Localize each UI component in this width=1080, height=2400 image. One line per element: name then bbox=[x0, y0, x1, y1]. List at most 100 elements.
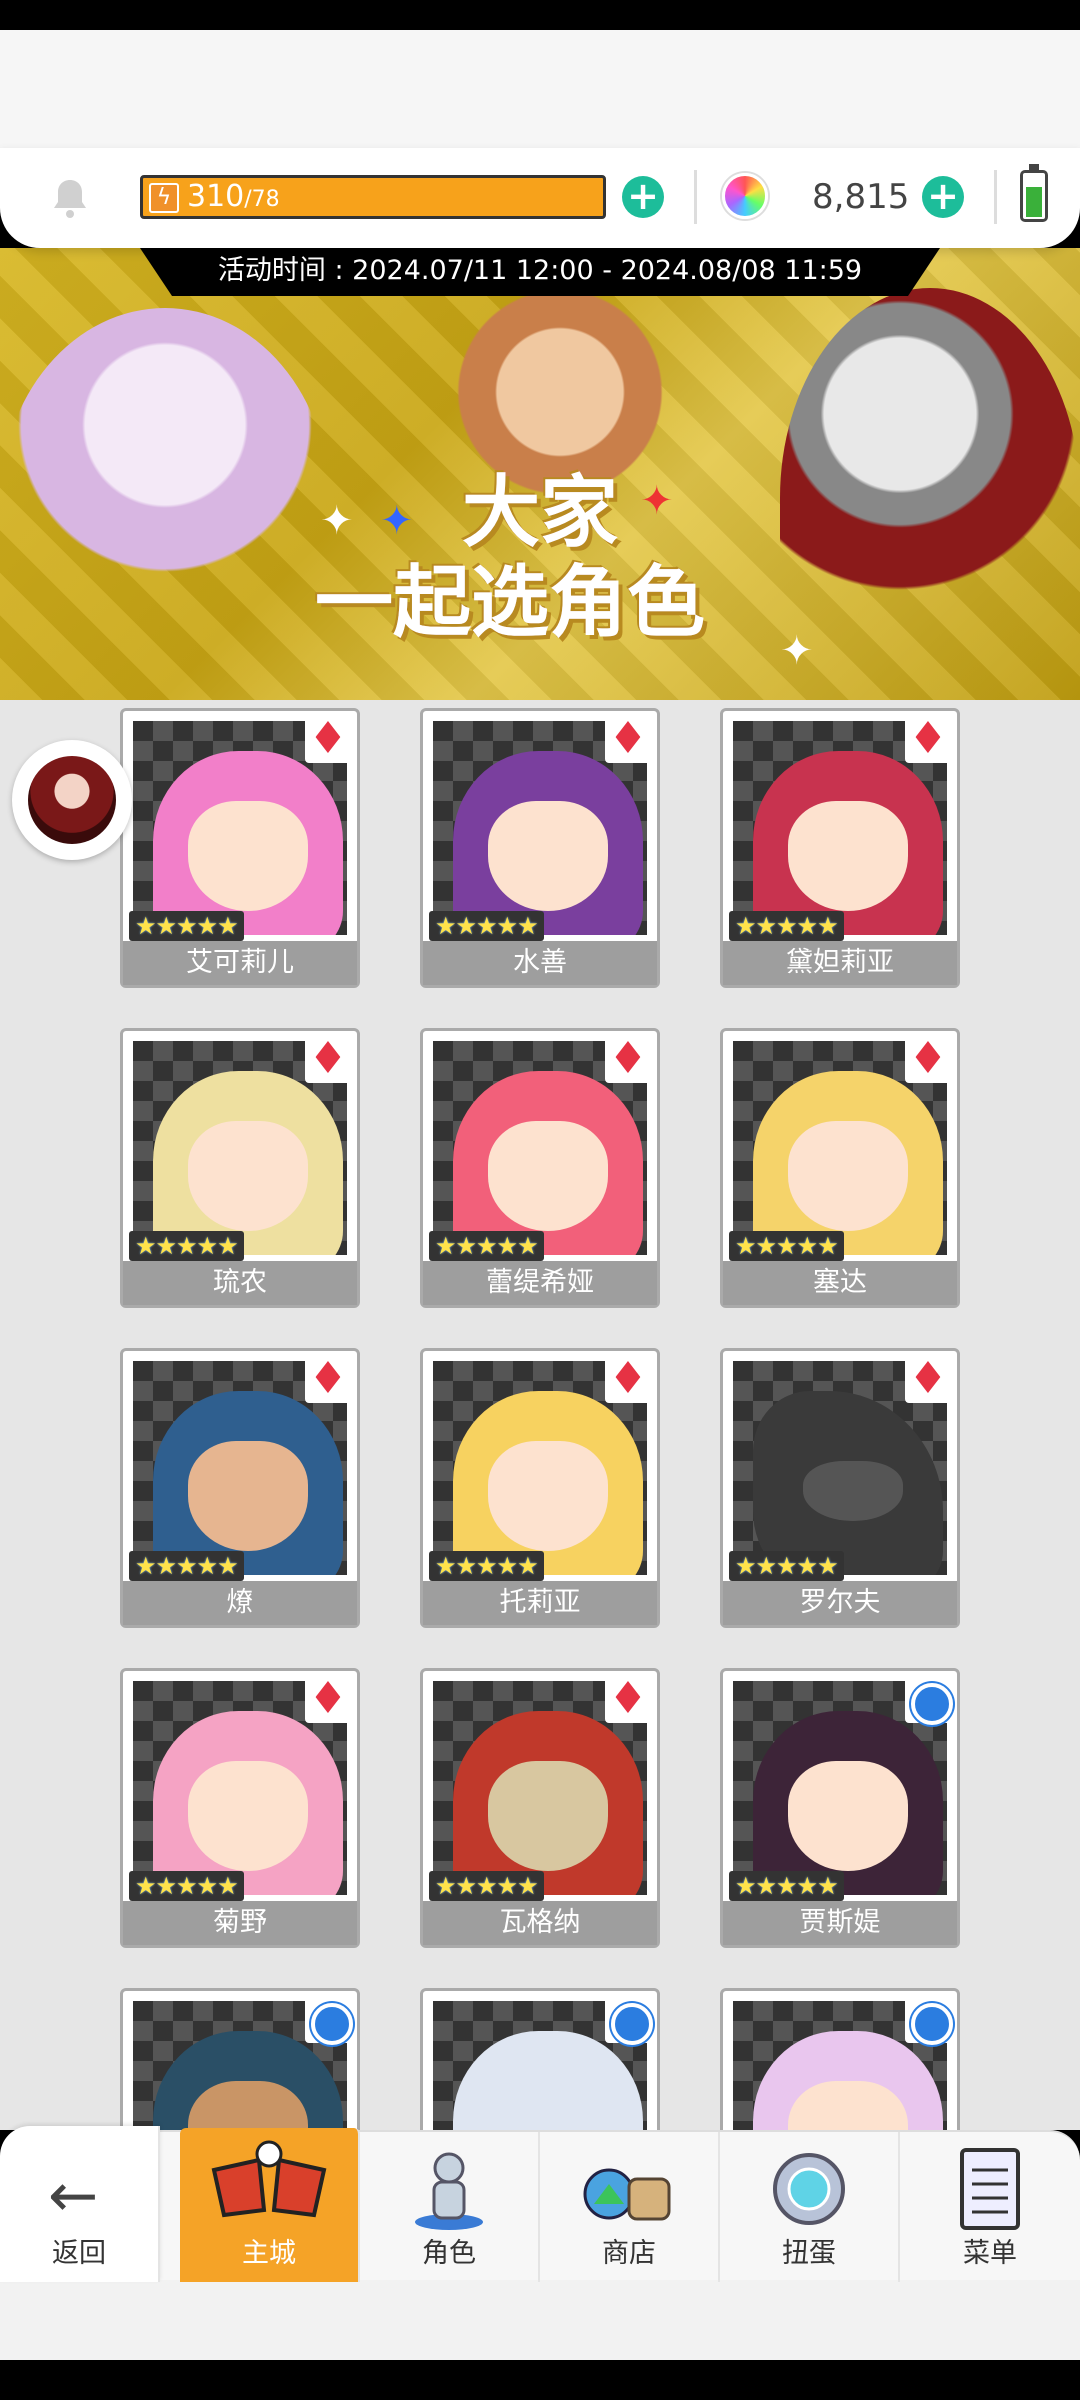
star-rating: ★★★★★ bbox=[729, 1551, 844, 1581]
fire-element-icon bbox=[305, 1033, 351, 1085]
banner-title: 大家 一起选角色 bbox=[300, 468, 780, 648]
fire-element-icon bbox=[305, 1353, 351, 1405]
character-card[interactable]: ★★★★★ 艾可莉儿 bbox=[120, 708, 360, 988]
system-navigation-bar bbox=[0, 2360, 1080, 2400]
banner-title-line1: 大家 bbox=[461, 468, 618, 558]
star-rating: ★★★★★ bbox=[429, 911, 544, 941]
character-name: 琉农 bbox=[123, 1261, 357, 1305]
character-card[interactable] bbox=[120, 1988, 360, 2130]
sparkle-icon: ✦ bbox=[380, 498, 414, 544]
character-name: 菊野 bbox=[123, 1901, 357, 1945]
character-card[interactable]: ★★★★★ 罗尔夫 bbox=[720, 1348, 960, 1628]
character-name: 罗尔夫 bbox=[723, 1581, 957, 1625]
back-button[interactable]: ← 返回 bbox=[0, 2126, 160, 2282]
character-card[interactable]: ★★★★★ 菊野 bbox=[120, 1668, 360, 1948]
banner-character-right bbox=[780, 288, 1080, 700]
player-avatar-button[interactable] bbox=[12, 740, 132, 860]
character-card[interactable]: ★★★★★ 琉农 bbox=[120, 1028, 360, 1308]
gem-count: 8,815 bbox=[812, 177, 910, 217]
menu-icon bbox=[960, 2148, 1020, 2230]
star-rating: ★★★★★ bbox=[129, 1231, 244, 1261]
character-card[interactable]: ★★★★★ 瓦格纳 bbox=[420, 1668, 660, 1948]
fire-element-icon bbox=[305, 1673, 351, 1725]
water-element-icon bbox=[605, 1997, 653, 2045]
star-rating: ★★★★★ bbox=[429, 1871, 544, 1901]
character-card[interactable] bbox=[720, 1988, 960, 2130]
character-name: 贾斯媞 bbox=[723, 1901, 957, 1945]
water-element-icon bbox=[905, 1677, 953, 1725]
nav-gacha[interactable]: 扭蛋 bbox=[720, 2132, 900, 2282]
fire-element-icon bbox=[905, 1033, 951, 1085]
gem-icon bbox=[722, 173, 768, 219]
character-name: 燎 bbox=[123, 1581, 357, 1625]
character-card[interactable]: ★★★★★ 水善 bbox=[420, 708, 660, 988]
star-rating: ★★★★★ bbox=[729, 911, 844, 941]
character-card[interactable]: ★★★★★ 贾斯媞 bbox=[720, 1668, 960, 1948]
add-gems-button[interactable]: + bbox=[922, 176, 964, 218]
nav-gacha-label: 扭蛋 bbox=[782, 2238, 836, 2269]
star-rating: ★★★★★ bbox=[729, 1231, 844, 1261]
stamina-value: 310/78 bbox=[187, 179, 280, 214]
resource-bar: ϟ 310/78 + 8,815 + bbox=[0, 148, 1080, 248]
event-time: 活动时间 : 2024.07/11 12:00 - 2024.08/08 11:… bbox=[140, 248, 940, 296]
bottom-navigation: ← 返回 主城 角色 商店 扭蛋 菜单 bbox=[0, 2126, 1080, 2282]
shop-icon bbox=[583, 2168, 671, 2221]
notification-bell-icon[interactable] bbox=[48, 176, 92, 220]
sparkle-icon: ✦ bbox=[640, 478, 674, 524]
character-name: 黛妲莉亚 bbox=[723, 941, 957, 985]
divider bbox=[994, 170, 997, 224]
fire-element-icon bbox=[605, 1673, 651, 1725]
divider bbox=[694, 170, 697, 224]
gacha-icon bbox=[773, 2153, 845, 2225]
nav-menu[interactable]: 菜单 bbox=[900, 2132, 1080, 2282]
avatar bbox=[28, 756, 116, 844]
nav-shop-label: 商店 bbox=[602, 2238, 656, 2269]
castle-icon bbox=[211, 2140, 327, 2218]
character-card[interactable]: ★★★★★ 托莉亚 bbox=[420, 1348, 660, 1628]
water-element-icon bbox=[905, 1997, 953, 2045]
footer-area bbox=[0, 2280, 1080, 2360]
character-card[interactable]: ★★★★★ 黛妲莉亚 bbox=[720, 708, 960, 988]
fire-element-icon bbox=[905, 713, 951, 765]
add-stamina-button[interactable]: + bbox=[622, 176, 664, 218]
character-icon bbox=[415, 2152, 483, 2230]
character-name: 水善 bbox=[423, 941, 657, 985]
app-root: ϟ 310/78 + 8,815 + 活动时间 : 2024.07/11 12:… bbox=[0, 0, 1080, 2400]
nav-character[interactable]: 角色 bbox=[360, 2132, 540, 2282]
back-label: 返回 bbox=[52, 2238, 106, 2269]
character-name: 瓦格纳 bbox=[423, 1901, 657, 1945]
banner-title-line2: 一起选角色 bbox=[314, 558, 705, 648]
character-name: 艾可莉儿 bbox=[123, 941, 357, 985]
nav-character-label: 角色 bbox=[422, 2238, 476, 2269]
star-rating: ★★★★★ bbox=[729, 1871, 844, 1901]
character-name: 塞达 bbox=[723, 1261, 957, 1305]
nav-shop[interactable]: 商店 bbox=[540, 2132, 720, 2282]
character-card[interactable]: ★★★★★ 蕾缇希娅 bbox=[420, 1028, 660, 1308]
character-card[interactable]: ★★★★★ 燎 bbox=[120, 1348, 360, 1628]
back-arrow-icon: ← bbox=[48, 2161, 99, 2231]
star-rating: ★★★★★ bbox=[129, 911, 244, 941]
event-banner[interactable]: 活动时间 : 2024.07/11 12:00 - 2024.08/08 11:… bbox=[0, 248, 1080, 700]
battery-icon bbox=[1020, 164, 1048, 222]
fire-element-icon bbox=[305, 713, 351, 765]
fire-element-icon bbox=[605, 1353, 651, 1405]
character-name: 蕾缇希娅 bbox=[423, 1261, 657, 1305]
star-rating: ★★★★★ bbox=[129, 1551, 244, 1581]
status-bar bbox=[0, 0, 1080, 30]
nav-menu-label: 菜单 bbox=[963, 2238, 1017, 2269]
lightning-icon: ϟ bbox=[149, 183, 179, 213]
nav-castle-label: 主城 bbox=[242, 2238, 296, 2269]
star-rating: ★★★★★ bbox=[429, 1231, 544, 1261]
water-element-icon bbox=[305, 1997, 353, 2045]
character-card[interactable] bbox=[420, 1988, 660, 2130]
stamina-bar: ϟ 310/78 bbox=[140, 175, 606, 219]
sparkle-icon: ✦ bbox=[780, 628, 814, 674]
fire-element-icon bbox=[605, 713, 651, 765]
nav-castle[interactable]: 主城 bbox=[180, 2128, 360, 2282]
fire-element-icon bbox=[905, 1353, 951, 1405]
character-name: 托莉亚 bbox=[423, 1581, 657, 1625]
character-card[interactable]: ★★★★★ 塞达 bbox=[720, 1028, 960, 1308]
character-grid: ★★★★★ 艾可莉儿 ★★★★★ 水善 ★★★★★ 黛妲莉亚 ★★★★★ 琉农 … bbox=[0, 700, 1080, 2130]
star-rating: ★★★★★ bbox=[429, 1551, 544, 1581]
sparkle-icon: ✦ bbox=[320, 498, 354, 544]
